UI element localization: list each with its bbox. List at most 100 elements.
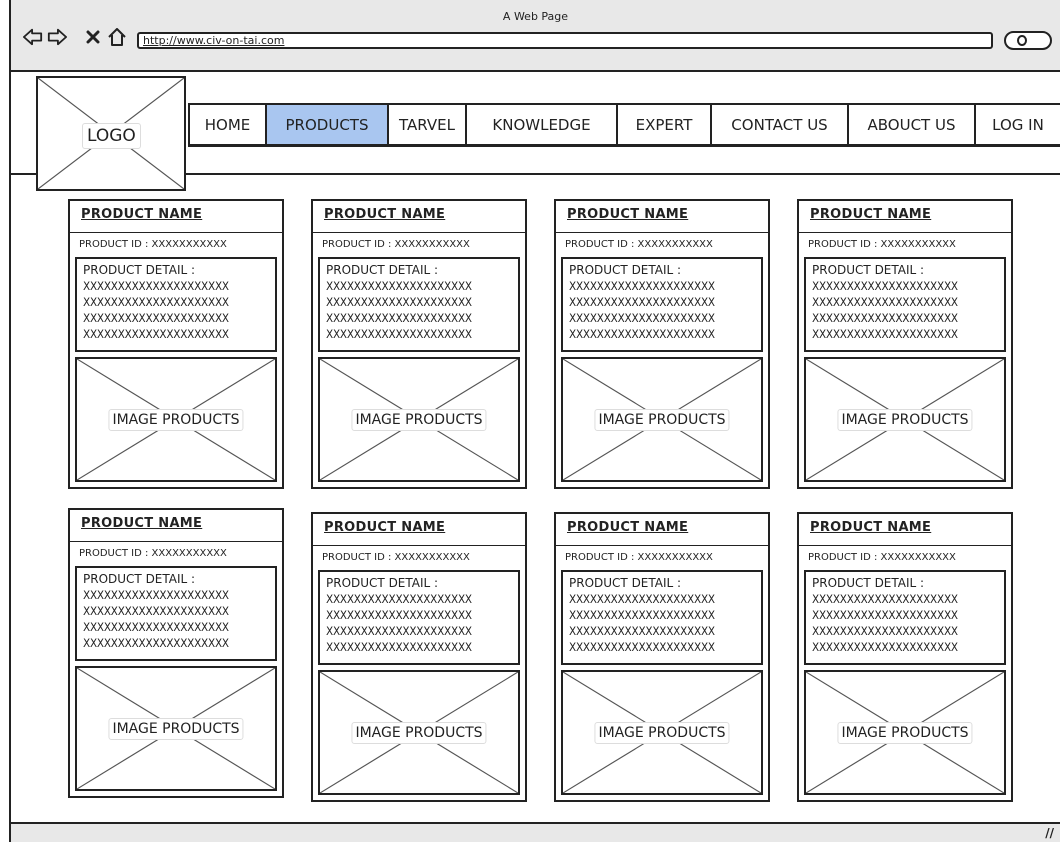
product-card[interactable]: PRODUCT NAME PRODUCT ID : XXXXXXXXXXX PR… (68, 199, 284, 489)
product-detail-line: XXXXXXXXXXXXXXXXXXXXX (569, 295, 715, 309)
product-image-label: IMAGE PRODUCTS (108, 408, 244, 431)
close-icon[interactable] (83, 26, 103, 48)
product-card[interactable]: PRODUCT NAME PRODUCT ID : XXXXXXXXXXX PR… (311, 199, 527, 489)
product-image[interactable]: IMAGE PRODUCTS (318, 357, 520, 482)
main-nav: HOME PRODUCTS TARVEL KNOWLEDGE EXPERT CO… (188, 103, 1060, 147)
address-bar[interactable]: http://www.civ-on-tai.com (137, 32, 993, 49)
back-arrow-icon[interactable] (23, 26, 43, 48)
product-name[interactable]: PRODUCT NAME (810, 520, 931, 535)
product-detail: PRODUCT DETAIL : XXXXXXXXXXXXXXXXXXXXX X… (804, 257, 1006, 352)
browser-toolbar: A Web Page http://www.civ-on-tai.com (11, 0, 1060, 72)
product-image-label: IMAGE PRODUCTS (594, 408, 730, 431)
product-image[interactable]: IMAGE PRODUCTS (561, 670, 763, 795)
divider (313, 545, 525, 546)
product-id: PRODUCT ID : XXXXXXXXXXX (79, 548, 227, 559)
product-detail-line: XXXXXXXXXXXXXXXXXXXXX (569, 624, 715, 638)
product-detail-line: XXXXXXXXXXXXXXXXXXXXX (83, 295, 229, 309)
product-detail-line: XXXXXXXXXXXXXXXXXXXXX (812, 640, 958, 654)
product-detail-title: PRODUCT DETAIL : (326, 576, 439, 590)
forward-arrow-icon[interactable] (47, 26, 67, 48)
nav-item-home[interactable]: HOME (190, 105, 267, 144)
window-title: A Web Page (502, 10, 569, 23)
nav-item-log-in[interactable]: LOG IN (976, 105, 1060, 144)
site-header: LOGO HOME PRODUCTS TARVEL KNOWLEDGE EXPE… (11, 72, 1060, 191)
product-detail-line: XXXXXXXXXXXXXXXXXXXXX (83, 604, 229, 618)
home-icon[interactable] (107, 26, 127, 48)
nav-item-about-us[interactable]: ABOUCT US (849, 105, 976, 144)
nav-item-tarvel[interactable]: TARVEL (389, 105, 467, 144)
product-detail-line: XXXXXXXXXXXXXXXXXXXXX (326, 640, 472, 654)
product-id: PRODUCT ID : XXXXXXXXXXX (565, 239, 713, 250)
divider (799, 545, 1011, 546)
product-card[interactable]: PRODUCT NAME PRODUCT ID : XXXXXXXXXXX PR… (68, 508, 284, 798)
product-name[interactable]: PRODUCT NAME (324, 520, 445, 535)
product-name[interactable]: PRODUCT NAME (81, 207, 202, 222)
product-name[interactable]: PRODUCT NAME (81, 516, 202, 531)
product-detail-line: XXXXXXXXXXXXXXXXXXXXX (326, 279, 472, 293)
product-detail-line: XXXXXXXXXXXXXXXXXXXXX (812, 279, 958, 293)
product-detail-line: XXXXXXXXXXXXXXXXXXXXX (569, 640, 715, 654)
product-name[interactable]: PRODUCT NAME (567, 520, 688, 535)
product-detail-title: PRODUCT DETAIL : (569, 576, 682, 590)
product-image[interactable]: IMAGE PRODUCTS (561, 357, 763, 482)
product-id: PRODUCT ID : XXXXXXXXXXX (79, 239, 227, 250)
product-id: PRODUCT ID : XXXXXXXXXXX (322, 239, 470, 250)
product-image[interactable]: IMAGE PRODUCTS (318, 670, 520, 795)
product-detail-title: PRODUCT DETAIL : (569, 263, 682, 277)
product-detail-line: XXXXXXXXXXXXXXXXXXXXX (569, 279, 715, 293)
product-name[interactable]: PRODUCT NAME (567, 207, 688, 222)
product-id: PRODUCT ID : XXXXXXXXXXX (565, 552, 713, 563)
product-card[interactable]: PRODUCT NAME PRODUCT ID : XXXXXXXXXXX PR… (797, 512, 1013, 802)
product-card[interactable]: PRODUCT NAME PRODUCT ID : XXXXXXXXXXX PR… (554, 512, 770, 802)
product-detail: PRODUCT DETAIL : XXXXXXXXXXXXXXXXXXXXX X… (318, 570, 520, 665)
product-detail-title: PRODUCT DETAIL : (812, 576, 925, 590)
product-detail-line: XXXXXXXXXXXXXXXXXXXXX (812, 592, 958, 606)
nav-item-products[interactable]: PRODUCTS (267, 105, 389, 144)
product-id: PRODUCT ID : XXXXXXXXXXX (808, 239, 956, 250)
product-detail-line: XXXXXXXXXXXXXXXXXXXXX (812, 608, 958, 622)
search-button[interactable] (1004, 31, 1052, 50)
nav-item-expert[interactable]: EXPERT (618, 105, 712, 144)
product-detail: PRODUCT DETAIL : XXXXXXXXXXXXXXXXXXXXX X… (75, 257, 277, 352)
product-detail-line: XXXXXXXXXXXXXXXXXXXXX (326, 295, 472, 309)
product-detail-line: XXXXXXXXXXXXXXXXXXXXX (812, 295, 958, 309)
product-detail-line: XXXXXXXXXXXXXXXXXXXXX (326, 592, 472, 606)
product-detail-line: XXXXXXXXXXXXXXXXXXXXX (326, 608, 472, 622)
product-image[interactable]: IMAGE PRODUCTS (75, 357, 277, 482)
product-id: PRODUCT ID : XXXXXXXXXXX (322, 552, 470, 563)
product-detail-title: PRODUCT DETAIL : (326, 263, 439, 277)
product-detail-title: PRODUCT DETAIL : (812, 263, 925, 277)
product-detail-line: XXXXXXXXXXXXXXXXXXXXX (83, 620, 229, 634)
product-detail-line: XXXXXXXXXXXXXXXXXXXXX (83, 327, 229, 341)
divider (70, 232, 282, 233)
product-name[interactable]: PRODUCT NAME (810, 207, 931, 222)
product-card[interactable]: PRODUCT NAME PRODUCT ID : XXXXXXXXXXX PR… (311, 512, 527, 802)
logo[interactable]: LOGO (36, 76, 186, 191)
product-detail-line: XXXXXXXXXXXXXXXXXXXXX (569, 311, 715, 325)
product-detail-line: XXXXXXXXXXXXXXXXXXXXX (812, 311, 958, 325)
product-image[interactable]: IMAGE PRODUCTS (804, 670, 1006, 795)
product-name[interactable]: PRODUCT NAME (324, 207, 445, 222)
divider (313, 232, 525, 233)
product-image-label: IMAGE PRODUCTS (108, 717, 244, 740)
product-detail-line: XXXXXXXXXXXXXXXXXXXXX (83, 588, 229, 602)
resize-grip-icon[interactable]: // (1045, 826, 1054, 840)
product-detail: PRODUCT DETAIL : XXXXXXXXXXXXXXXXXXXXX X… (75, 566, 277, 661)
product-detail-line: XXXXXXXXXXXXXXXXXXXXX (326, 327, 472, 341)
product-card[interactable]: PRODUCT NAME PRODUCT ID : XXXXXXXXXXX PR… (554, 199, 770, 489)
product-image-label: IMAGE PRODUCTS (594, 721, 730, 744)
nav-item-contact-us[interactable]: CONTACT US (712, 105, 849, 144)
product-detail-title: PRODUCT DETAIL : (83, 263, 196, 277)
nav-item-knowledge[interactable]: KNOWLEDGE (467, 105, 618, 144)
product-detail-line: XXXXXXXXXXXXXXXXXXXXX (812, 327, 958, 341)
product-detail-line: XXXXXXXXXXXXXXXXXXXXX (326, 311, 472, 325)
product-detail: PRODUCT DETAIL : XXXXXXXXXXXXXXXXXXXXX X… (561, 570, 763, 665)
product-image[interactable]: IMAGE PRODUCTS (75, 666, 277, 791)
product-card[interactable]: PRODUCT NAME PRODUCT ID : XXXXXXXXXXX PR… (797, 199, 1013, 489)
product-image[interactable]: IMAGE PRODUCTS (804, 357, 1006, 482)
product-detail: PRODUCT DETAIL : XXXXXXXXXXXXXXXXXXXXX X… (561, 257, 763, 352)
product-image-label: IMAGE PRODUCTS (351, 408, 487, 431)
product-image-label: IMAGE PRODUCTS (837, 408, 973, 431)
product-detail-line: XXXXXXXXXXXXXXXXXXXXX (83, 636, 229, 650)
product-detail: PRODUCT DETAIL : XXXXXXXXXXXXXXXXXXXXX X… (804, 570, 1006, 665)
